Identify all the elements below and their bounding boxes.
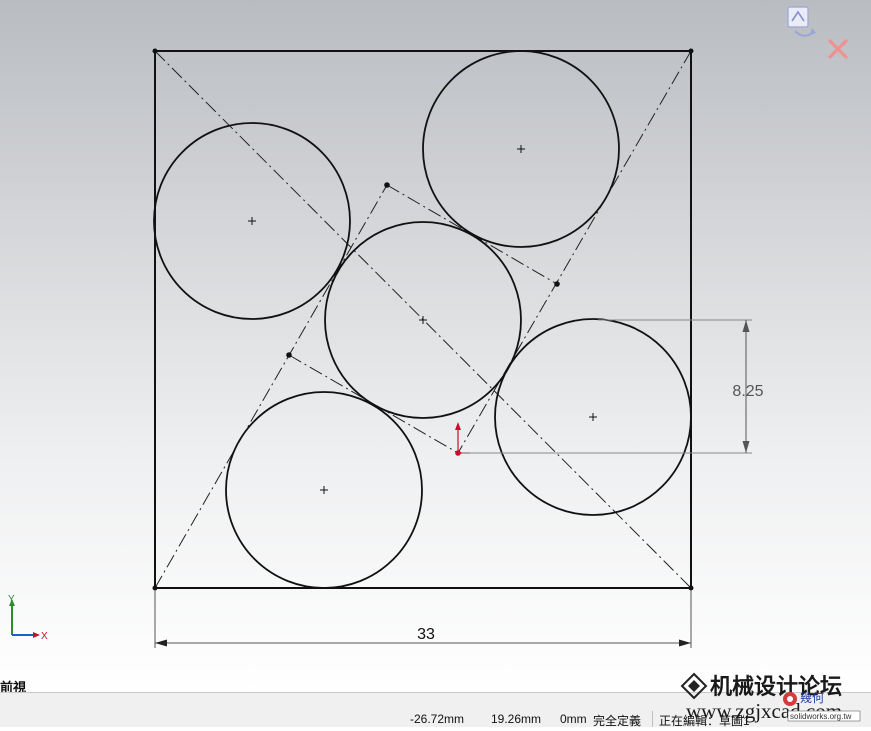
status-separator	[652, 711, 653, 727]
confirmation-corner	[784, 4, 856, 64]
sketch-origin[interactable]	[455, 422, 470, 456]
status-z-coordinate: 0mm	[560, 712, 587, 726]
center-marks	[248, 145, 597, 494]
sketch-exit-icon[interactable]	[787, 6, 816, 37]
dimension-horizontal[interactable]: 33	[154, 590, 692, 648]
dimension-horizontal-value[interactable]: 33	[417, 626, 435, 643]
sketch-canvas[interactable]: 8.25 33	[0, 0, 871, 692]
triad-y-label: Y	[8, 594, 15, 605]
diamond-logo-icon	[680, 672, 708, 700]
dimension-vertical-value[interactable]: 8.25	[732, 383, 763, 400]
reference-triad: Y X	[0, 590, 60, 650]
status-x-coordinate: -26.72mm	[410, 712, 465, 726]
cancel-x-icon[interactable]	[828, 39, 848, 59]
status-y-coordinate: 19.26mm	[491, 712, 542, 726]
graphics-area[interactable]: 8.25 33 Y X 前視	[0, 0, 871, 695]
forum-watermark: 机械设计论坛 幾何 www.zgjxcad.com solidworks.org…	[680, 668, 871, 726]
watermark-small-site: solidworks.org.tw	[790, 712, 852, 721]
triad-x-label: X	[41, 631, 48, 642]
status-definition-state: 完全定義	[593, 714, 642, 728]
dimension-vertical[interactable]: 8.25	[462, 319, 764, 454]
